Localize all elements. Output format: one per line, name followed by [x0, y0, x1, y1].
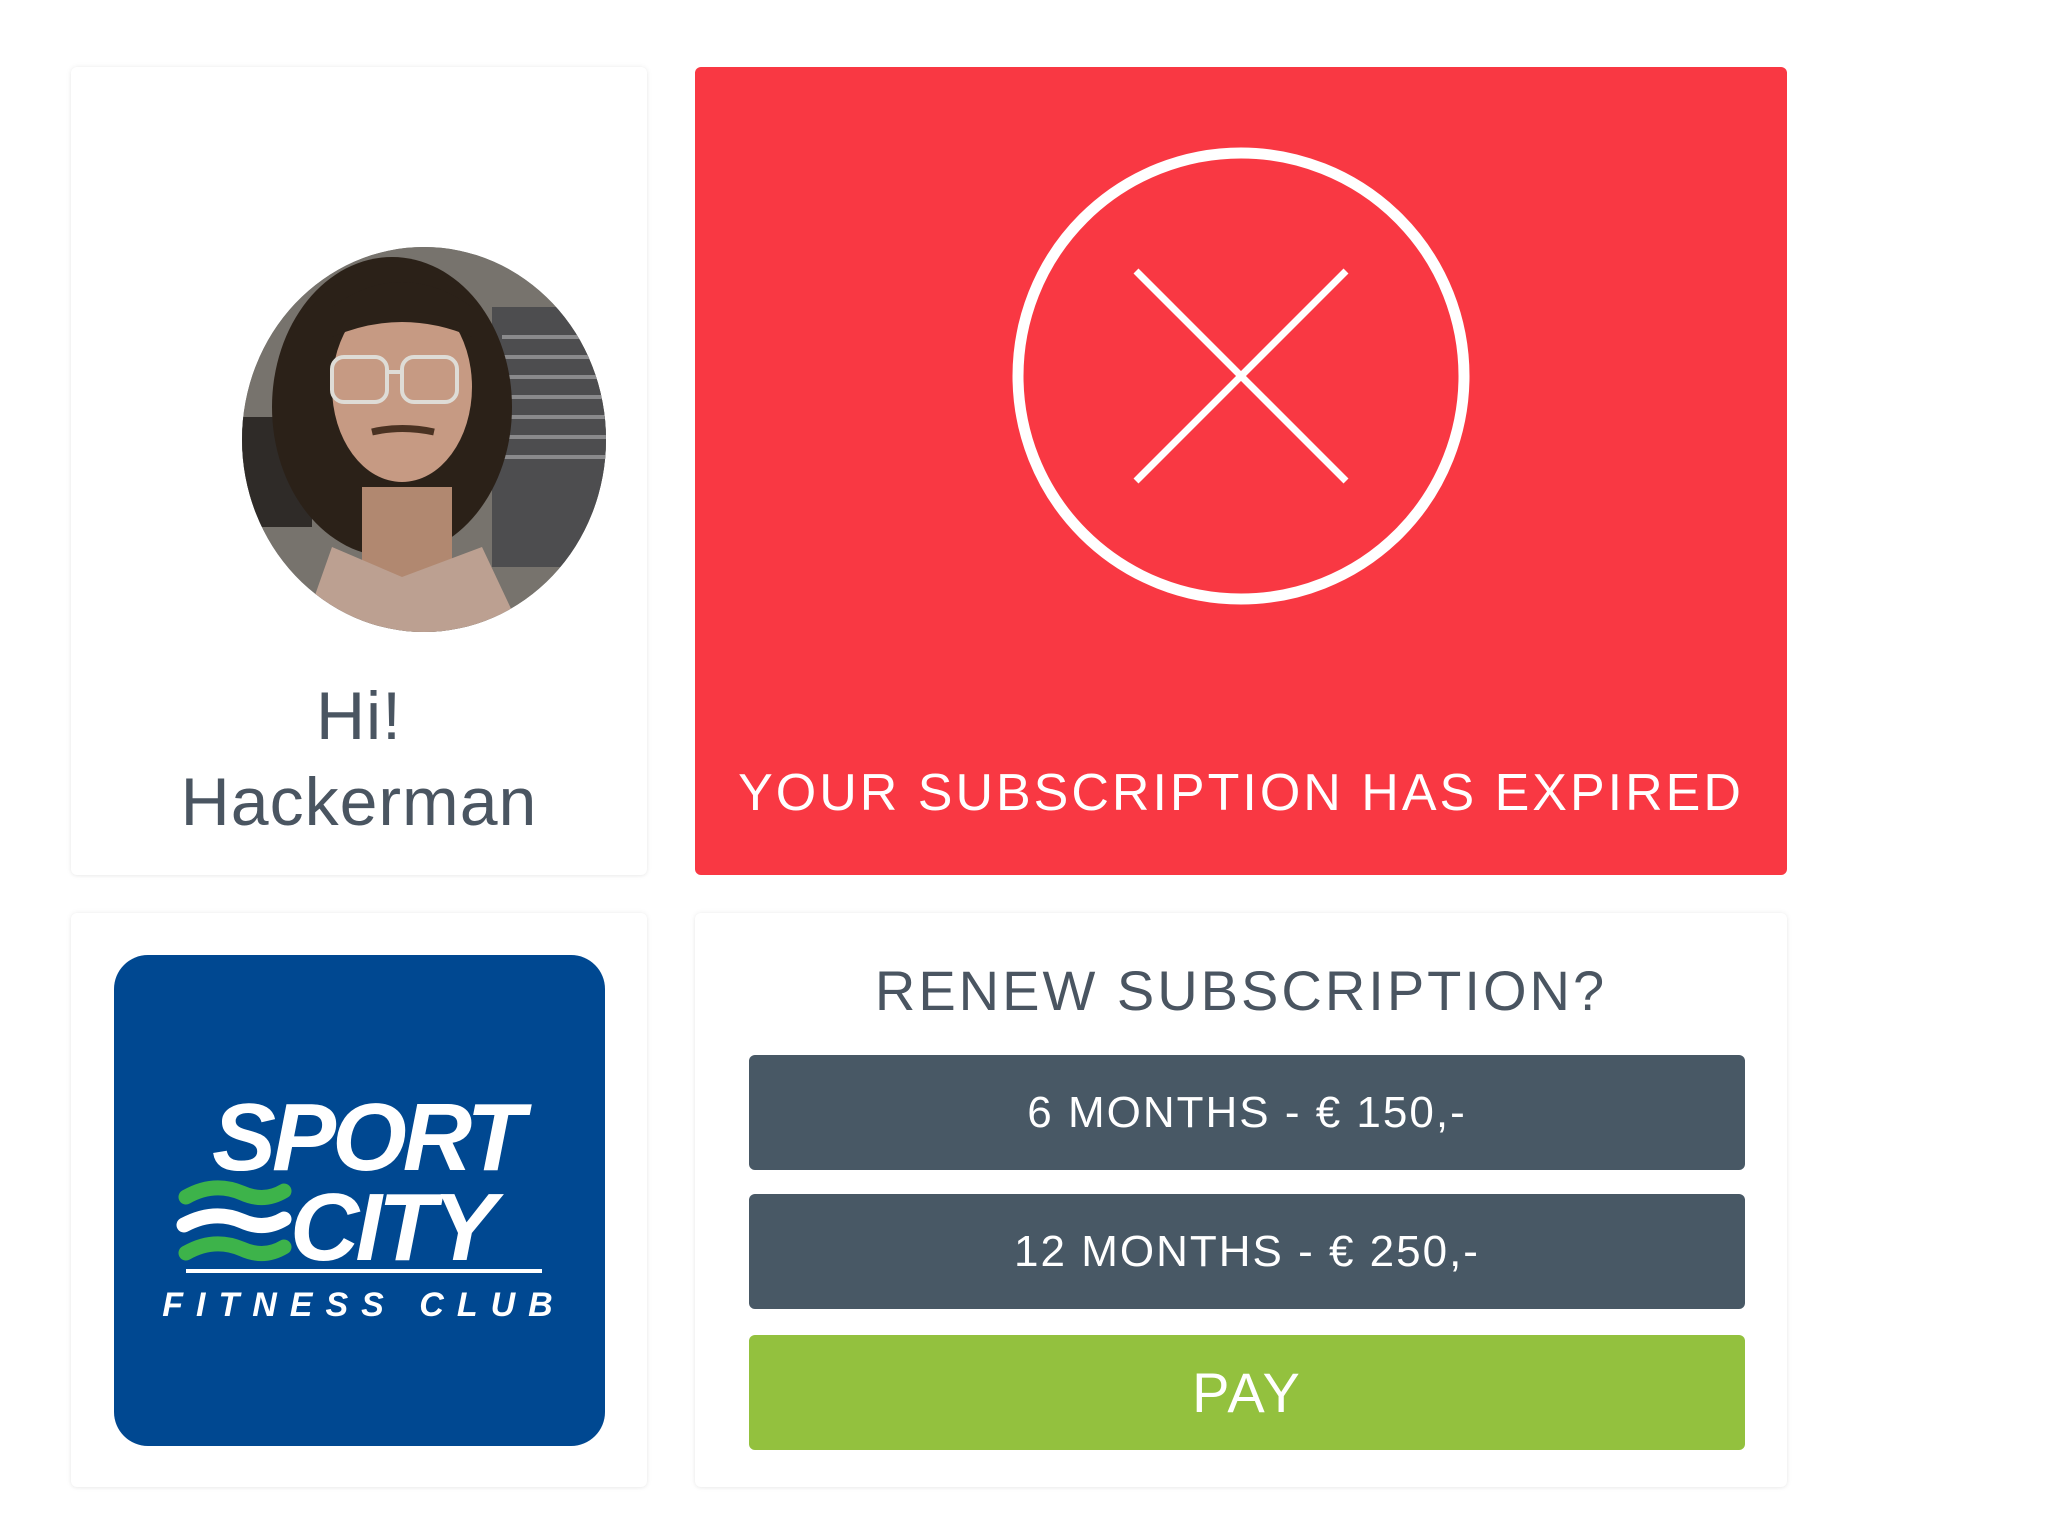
- pay-button[interactable]: PAY: [749, 1335, 1745, 1450]
- greeting-hi: Hi!: [315, 678, 403, 754]
- user-avatar: [242, 247, 606, 632]
- status-message: YOUR SUBSCRIPTION HAS EXPIRED: [738, 764, 1744, 822]
- sport-city-logo: SPORT CITY FITNESS CLUB: [114, 955, 605, 1446]
- renew-title: RENEW SUBSCRIPTION?: [874, 959, 1608, 1022]
- logo-line-city: CITY: [290, 1174, 505, 1281]
- subscription-status-card: YOUR SUBSCRIPTION HAS EXPIRED: [695, 67, 1787, 875]
- club-logo-card: SPORT CITY FITNESS CLUB: [71, 913, 647, 1487]
- profile-card: Hi! Hackerman: [71, 67, 647, 875]
- avatar-photo: [242, 247, 606, 632]
- logo-tagline: FITNESS CLUB: [162, 1286, 565, 1324]
- greeting: Hi! Hackerman: [71, 673, 647, 845]
- renew-subscription-card: RENEW SUBSCRIPTION? 6 MONTHS - € 150,- 1…: [695, 913, 1787, 1487]
- close-circle-icon: [1012, 147, 1470, 605]
- option-12-months-button[interactable]: 12 MONTHS - € 250,-: [749, 1194, 1745, 1309]
- user-name: Hackerman: [180, 764, 538, 840]
- option-6-months-button[interactable]: 6 MONTHS - € 150,-: [749, 1055, 1745, 1170]
- sport-city-logo-graphic: SPORT CITY FITNESS CLUB: [162, 1084, 565, 1324]
